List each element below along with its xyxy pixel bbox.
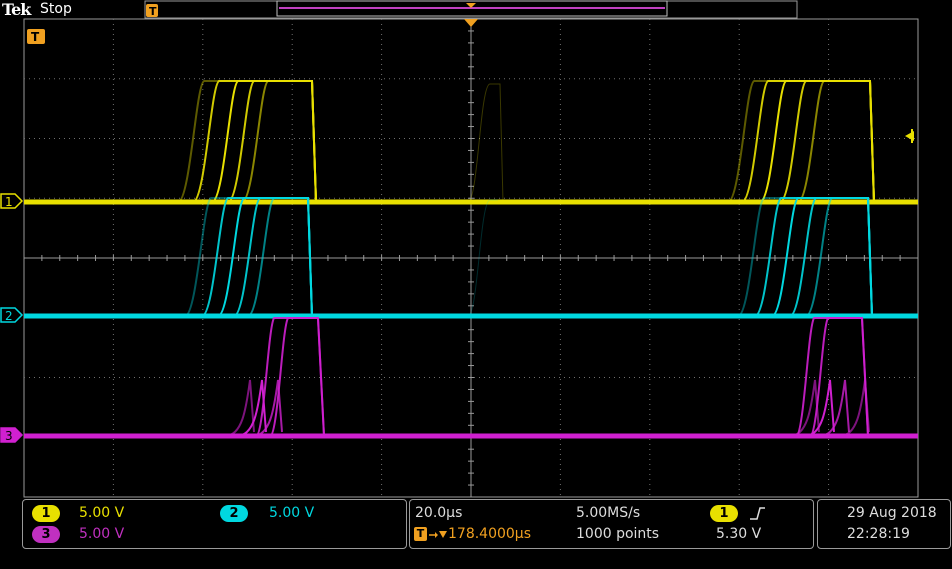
trigger-t-label: T	[31, 30, 40, 44]
ch2-pulse-trace	[771, 197, 873, 317]
time: 22:28:19	[847, 526, 910, 542]
trigger-position-marker[interactable]	[464, 19, 478, 27]
trigger-source-badge[interactable]: 1	[710, 505, 738, 522]
ch1-pulse-trace	[177, 80, 317, 203]
ch1-ghost-trace	[467, 83, 504, 203]
ch3-ground-marker[interactable]: 3	[0, 427, 24, 443]
ch2-ground-marker[interactable]: 2	[0, 307, 24, 323]
delay-arrow-icon	[429, 531, 447, 538]
ch1-pulse-trace	[759, 80, 875, 203]
ch3-badge[interactable]: 3	[32, 526, 60, 543]
ch1-pulse-trace	[241, 80, 317, 203]
time-per-division: 20.0µs	[415, 505, 463, 521]
delay-t-icon: T	[414, 527, 427, 541]
ch2-scale: 5.00 V	[269, 505, 315, 521]
ch3-pulse-trace	[269, 317, 325, 437]
ch1-pulse-trace	[211, 80, 317, 203]
ch1-pulse-trace	[192, 80, 317, 203]
ch1-badge[interactable]: 1	[32, 505, 60, 522]
ch2-pulse-trace	[201, 197, 313, 317]
ch1-ground-marker[interactable]: 1	[0, 193, 24, 209]
horizontal-trigger-panel[interactable]: 20.0µs 5.00MS/s 1 T 178.4000µs 1000 poin…	[409, 499, 814, 549]
vertical-scale-panel[interactable]: 1 5.00 V 2 5.00 V 3 5.00 V	[22, 499, 407, 549]
scope-display: T T 1 2 3	[0, 0, 919, 498]
acquisition-state: Stop	[40, 1, 72, 17]
ch2-pulse-trace	[805, 197, 873, 317]
ch2-pulse-trace	[217, 197, 313, 317]
date: 29 Aug 2018	[847, 505, 937, 521]
ch2-ground-label: 2	[5, 309, 13, 323]
horizontal-delay: 178.4000µs	[448, 526, 532, 542]
ch1-pulse-trace	[797, 80, 875, 203]
ch2-pulse-trace	[233, 197, 313, 317]
record-length: 1000 points	[576, 526, 660, 542]
ch3-scale: 5.00 V	[79, 526, 125, 542]
rising-edge-icon	[750, 507, 765, 520]
ch2-badge[interactable]: 2	[220, 505, 248, 522]
ch2-pulse-trace	[789, 197, 873, 317]
ch1-scale: 5.00 V	[79, 505, 125, 521]
ch1-pulse-trace	[227, 80, 317, 203]
sample-rate: 5.00MS/s	[576, 505, 641, 521]
ch3-spike-trace	[819, 379, 850, 437]
ch1-pulse-trace	[779, 80, 875, 203]
ch1-ground-label: 1	[5, 195, 13, 209]
trigger-level: 5.30 V	[716, 526, 762, 542]
brand-logo: Tek	[2, 0, 31, 19]
ch1-pulse-trace	[741, 80, 875, 203]
ch2-pulse-trace	[247, 197, 313, 317]
ch3-ground-label: 3	[5, 429, 13, 443]
record-start-t-label: T	[149, 5, 157, 18]
graticule	[23, 18, 919, 498]
datetime-panel: 29 Aug 2018 22:28:19	[817, 499, 951, 549]
